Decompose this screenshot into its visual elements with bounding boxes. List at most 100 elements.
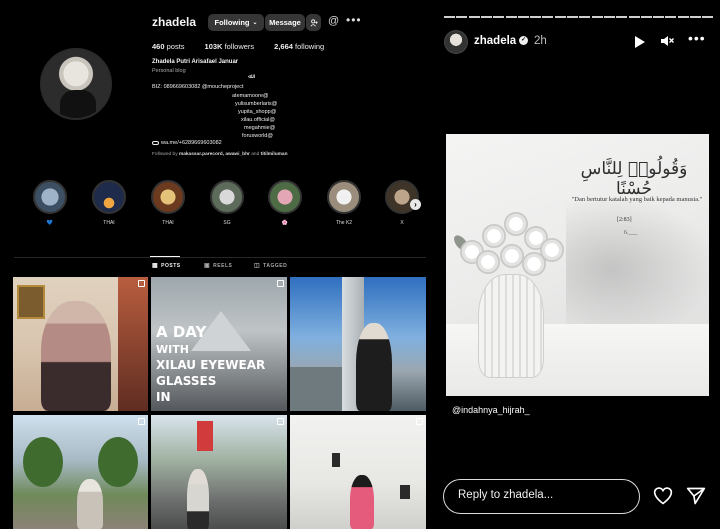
mention-tag[interactable]: @indahnya_hijrah_ xyxy=(452,405,530,415)
person-figure xyxy=(350,475,374,529)
verse-reference: [2:83] xyxy=(617,217,632,223)
chevron-down-icon: ⌄ xyxy=(252,20,258,26)
carousel-icon xyxy=(277,418,284,425)
story-progress-segment xyxy=(567,16,578,18)
story-timestamp: 2h xyxy=(534,35,547,47)
play-icon[interactable] xyxy=(635,36,645,48)
person-figure xyxy=(77,479,103,529)
post-thumbnail[interactable] xyxy=(151,415,287,529)
highlight-label: THAI xyxy=(162,220,174,226)
billboard xyxy=(197,421,213,451)
instagram-profile-panel: zhadela Following ⌄ Message @ ••• 460 po… xyxy=(0,0,441,529)
story-highlight[interactable]: The K2 xyxy=(326,180,362,226)
following-count[interactable]: 2,664 following xyxy=(274,42,324,51)
wall-lamp xyxy=(332,453,340,467)
story-avatar[interactable] xyxy=(444,30,468,54)
story-progress-segment xyxy=(616,16,628,18)
highlight-cover xyxy=(327,180,361,214)
add-user-button[interactable] xyxy=(306,14,321,31)
verified-badge-icon: ✓ xyxy=(519,36,529,46)
wall-frame xyxy=(17,285,45,319)
post-overlay-text: XILAU EYEWEAR xyxy=(156,358,266,372)
add-user-icon xyxy=(309,18,318,26)
city-buildings xyxy=(290,367,342,411)
highlight-label: THAI xyxy=(103,220,115,226)
following-button[interactable]: Following ⌄ xyxy=(208,14,264,31)
profile-avatar[interactable] xyxy=(40,48,112,120)
bio-line[interactable]: atemamoore@ xyxy=(232,93,268,99)
threads-icon[interactable]: @ xyxy=(328,15,339,27)
highlight-label: SG xyxy=(223,220,231,226)
story-progress-segment xyxy=(665,16,677,18)
post-overlay-text: A DAY xyxy=(156,323,207,341)
carousel-icon xyxy=(138,418,145,425)
active-tab-indicator xyxy=(150,256,180,257)
post-thumbnail[interactable] xyxy=(290,415,426,529)
highlight-cover xyxy=(210,180,244,214)
story-progress-segment xyxy=(702,16,714,18)
post-thumbnail[interactable] xyxy=(13,277,148,411)
following-button-label: Following xyxy=(214,18,250,27)
highlight-label: The K2 xyxy=(335,220,353,226)
tree xyxy=(23,437,63,487)
white-vase xyxy=(478,274,544,378)
post-overlay-text: IN xyxy=(156,390,171,404)
story-progress-segment xyxy=(640,16,652,18)
story-progress-segment xyxy=(603,16,615,18)
bio-line[interactable]: xilau.official@ xyxy=(241,117,275,123)
followers-count[interactable]: 103K followers xyxy=(205,42,255,51)
bio-line[interactable]: forusworld@ xyxy=(242,133,273,139)
highlight-label: 💙 xyxy=(46,220,54,226)
chevron-right-icon[interactable]: › xyxy=(410,199,421,210)
tab-posts[interactable]: ▦ POSTS xyxy=(152,262,181,270)
tab-reels[interactable]: ▣ REELS xyxy=(204,262,232,270)
post-thumbnail[interactable]: A DAY WITH XILAU EYEWEAR GLASSES IN xyxy=(151,277,287,411)
bio-line[interactable]: yupita_shopp@ xyxy=(238,109,276,115)
post-thumbnail[interactable] xyxy=(13,415,148,529)
story-highlight[interactable]: SG xyxy=(209,180,245,226)
mute-icon[interactable] xyxy=(660,34,674,51)
story-username[interactable]: zhadela ✓ xyxy=(474,35,529,47)
heart-icon[interactable] xyxy=(653,486,673,506)
story-progress-segment xyxy=(480,16,492,18)
reply-input[interactable] xyxy=(458,489,628,501)
story-highlight[interactable]: THAI xyxy=(150,180,186,226)
bio-biz-line: BIZ: 089669603082 @moucheproject xyxy=(152,84,244,90)
signature-text: 6.___ xyxy=(624,230,638,236)
more-options-icon[interactable]: ••• xyxy=(688,30,706,46)
highlight-cover xyxy=(92,180,126,214)
profile-username: zhadela xyxy=(152,15,197,29)
tree xyxy=(98,437,138,487)
story-highlight[interactable]: 💙 xyxy=(32,180,68,226)
tagged-icon: ◫ xyxy=(254,263,261,269)
highlight-cover xyxy=(268,180,302,214)
bio-line[interactable]: megahmie@ xyxy=(244,125,275,131)
posts-count[interactable]: 460 posts xyxy=(152,42,185,51)
profile-link[interactable]: wa.me/+6289669603082 xyxy=(152,140,222,146)
send-icon[interactable] xyxy=(686,486,706,506)
tabs-divider xyxy=(14,257,426,258)
arabic-verse: وَقُولُوا۟ لِلنَّاسِ حُسْنًا xyxy=(580,159,688,199)
tab-tagged[interactable]: ◫ TAGGED xyxy=(254,262,287,270)
followed-by[interactable]: Followed by makassar.parecord, awawi_bhr… xyxy=(152,152,288,157)
post-overlay-text: GLASSES xyxy=(156,374,217,388)
story-progress-segment xyxy=(554,16,566,18)
profile-full-name: Zhadela Putri Arisafael Januar xyxy=(152,59,239,65)
more-options-icon[interactable]: ••• xyxy=(346,13,362,27)
story-highlight[interactable]: 🌸 xyxy=(267,180,303,226)
highlight-label: X xyxy=(400,220,404,226)
carousel-icon xyxy=(416,418,423,425)
story-progress-segment xyxy=(690,16,701,18)
highlight-label: 🌸 xyxy=(281,220,289,226)
story-highlight[interactable]: THAI xyxy=(91,180,127,226)
story-progress-segment xyxy=(530,16,542,18)
story-progress-segment xyxy=(517,16,529,18)
reply-box[interactable] xyxy=(443,479,640,514)
story-image[interactable]: وَقُولُوا۟ لِلنَّاسِ حُسْنًا "Dan bertut… xyxy=(446,134,709,396)
story-progress-segment xyxy=(444,16,455,18)
story-progress-segment xyxy=(653,16,665,18)
post-thumbnail[interactable] xyxy=(290,277,426,411)
window-curtain xyxy=(118,277,148,411)
bio-line[interactable]: yulisumberlaris@ xyxy=(235,101,277,107)
message-button[interactable]: Message xyxy=(265,14,305,31)
